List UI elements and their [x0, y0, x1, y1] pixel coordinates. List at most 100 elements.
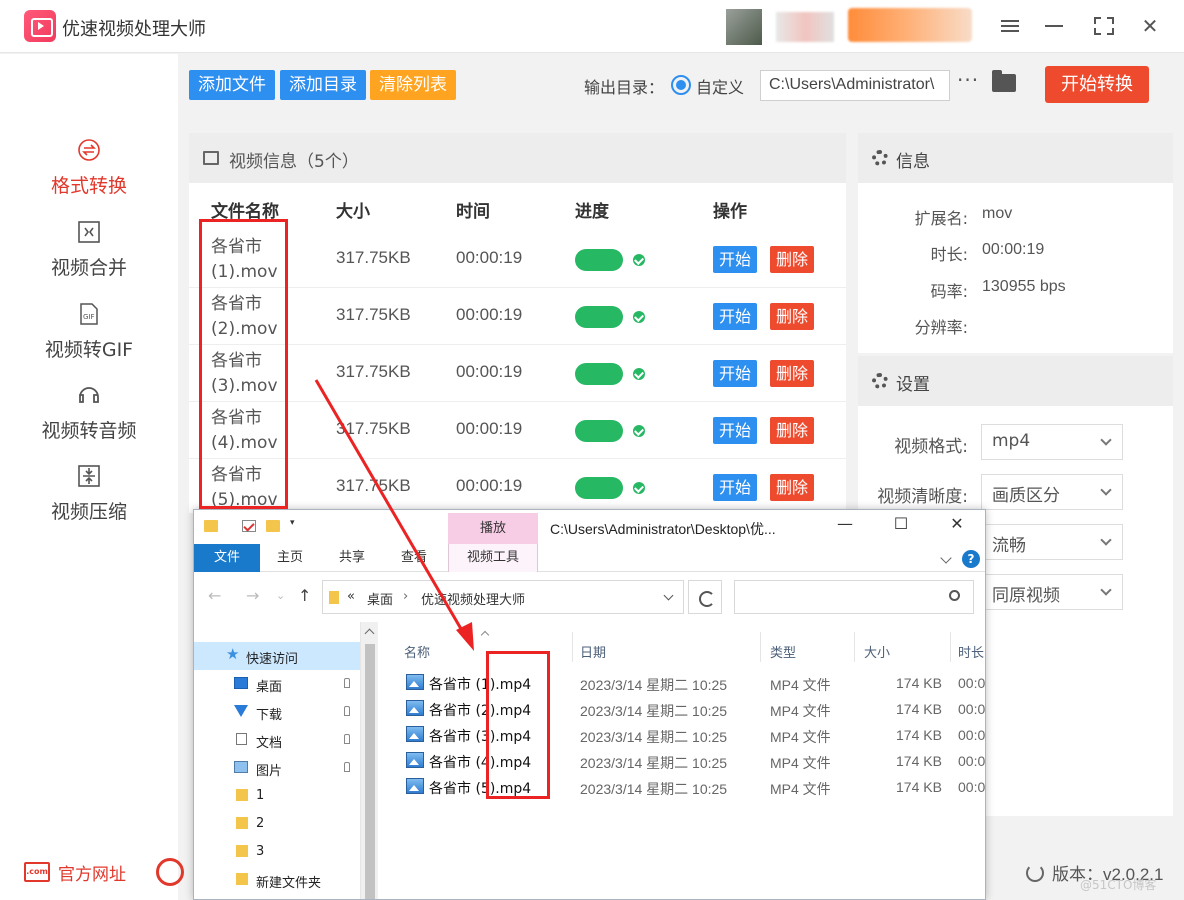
- list-item[interactable]: 各省市 (2).mp4 2023/3/14 星期二 10:25 MP4 文件 1…: [380, 696, 985, 722]
- pin-icon[interactable]: [344, 678, 350, 688]
- menu-icon[interactable]: [996, 12, 1024, 40]
- search-input[interactable]: [734, 580, 974, 614]
- vip-badge-blurred[interactable]: [848, 8, 972, 42]
- breadcrumb-desktop[interactable]: 桌面: [367, 589, 393, 608]
- nav-downloads[interactable]: 下载: [194, 698, 360, 726]
- list-item[interactable]: 各省市 (3).mp4 2023/3/14 星期二 10:25 MP4 文件 1…: [380, 722, 985, 748]
- pin-icon[interactable]: [344, 734, 350, 744]
- column-divider[interactable]: [572, 632, 573, 662]
- scrollbar-thumb[interactable]: [365, 644, 375, 899]
- row-delete-button[interactable]: 删除: [770, 417, 815, 444]
- maximize-icon[interactable]: ☐: [886, 514, 916, 540]
- back-icon[interactable]: ←: [208, 586, 221, 605]
- pin-icon[interactable]: [344, 762, 350, 772]
- info-bitrate-label: 码率:: [930, 282, 968, 301]
- sidebar-item-format-convert[interactable]: 格式转换: [0, 138, 178, 220]
- properties-icon[interactable]: [242, 520, 256, 532]
- column-divider[interactable]: [760, 632, 761, 662]
- nav-label: 1: [256, 788, 265, 803]
- row-delete-button[interactable]: 删除: [770, 246, 815, 273]
- column-divider[interactable]: [950, 632, 951, 662]
- pin-icon[interactable]: [344, 706, 350, 716]
- scroll-up-icon[interactable]: [364, 628, 375, 639]
- customize-dropdown-icon[interactable]: ▾: [290, 518, 304, 530]
- nav-desktop[interactable]: 桌面: [194, 670, 360, 698]
- nav-pictures[interactable]: 图片: [194, 754, 360, 782]
- output-path-input[interactable]: C:\Users\Administrator\: [760, 70, 950, 101]
- minimize-icon[interactable]: —: [830, 514, 860, 540]
- close-icon[interactable]: ✕: [1136, 12, 1164, 40]
- sidebar-item-merge[interactable]: 视频合并: [0, 220, 178, 302]
- sidebar-item-audio[interactable]: 视频转音频: [0, 383, 178, 465]
- minimize-icon[interactable]: [1040, 12, 1068, 40]
- open-folder-icon[interactable]: [992, 70, 1016, 92]
- forward-icon[interactable]: →: [246, 586, 259, 605]
- custom-output-radio[interactable]: [671, 75, 691, 95]
- row-start-button[interactable]: 开始: [713, 303, 758, 330]
- tab-share[interactable]: 共享: [332, 544, 372, 572]
- user-name-blurred[interactable]: [776, 12, 834, 42]
- row-start-button[interactable]: 开始: [713, 474, 758, 501]
- tab-view[interactable]: 查看: [394, 544, 434, 572]
- fullscreen-icon[interactable]: [1090, 12, 1118, 40]
- custom-output-label[interactable]: 自定义: [696, 74, 744, 98]
- up-icon[interactable]: ↑: [298, 586, 311, 605]
- row-start-button[interactable]: 开始: [713, 360, 758, 387]
- tab-video-tools[interactable]: 视频工具: [448, 544, 538, 572]
- col-header-duration[interactable]: 时长: [958, 642, 984, 661]
- start-convert-button[interactable]: 开始转换: [1045, 66, 1149, 103]
- add-file-button[interactable]: 添加文件: [189, 70, 275, 100]
- row-start-button[interactable]: 开始: [713, 417, 758, 444]
- list-item[interactable]: 各省市 (5).mp4 2023/3/14 星期二 10:25 MP4 文件 1…: [380, 774, 985, 800]
- list-item[interactable]: 各省市 (1).mp4 2023/3/14 星期二 10:25 MP4 文件 1…: [380, 670, 985, 696]
- col-header-size[interactable]: 大小: [864, 642, 890, 661]
- more-options-icon[interactable]: ···: [957, 68, 979, 92]
- compress-icon: [78, 465, 100, 487]
- new-folder-icon[interactable]: [266, 520, 280, 532]
- info-bitrate-value: 130955 bps: [982, 278, 1066, 295]
- video-format-select[interactable]: mp4: [981, 424, 1123, 460]
- nav-new-folder[interactable]: 新建文件夹: [194, 866, 360, 894]
- chevron-down-icon: [1100, 434, 1112, 446]
- nav-documents[interactable]: 文档: [194, 726, 360, 754]
- row-start-button[interactable]: 开始: [713, 246, 758, 273]
- nav-folder-1[interactable]: 1: [194, 782, 360, 810]
- chevron-down-icon[interactable]: [940, 552, 952, 564]
- row-delete-button[interactable]: 删除: [770, 303, 815, 330]
- add-directory-button[interactable]: 添加目录: [280, 70, 366, 100]
- navigation-scrollbar[interactable]: [360, 622, 378, 899]
- fluency-select[interactable]: 流畅: [981, 524, 1123, 560]
- clear-list-button[interactable]: 清除列表: [370, 70, 456, 100]
- address-bar[interactable]: « 桌面 › 优速视频处理大师: [322, 580, 684, 614]
- tab-file[interactable]: 文件: [194, 544, 260, 572]
- nav-folder-2[interactable]: 2: [194, 810, 360, 838]
- col-header-name[interactable]: 名称: [404, 642, 430, 661]
- col-header-type[interactable]: 类型: [770, 642, 796, 661]
- column-divider[interactable]: [854, 632, 855, 662]
- help-icon[interactable]: ?: [962, 550, 980, 568]
- sidebar-item-gif[interactable]: GIF 视频转GIF: [0, 302, 178, 384]
- explorer-title: C:\Users\Administrator\Desktop\优...: [550, 521, 776, 537]
- breadcrumb-prefix[interactable]: «: [347, 589, 355, 604]
- video-list-title: 视频信息（5个）: [229, 152, 359, 172]
- nav-label: 桌面: [256, 680, 283, 695]
- play-context-tab[interactable]: 播放: [448, 513, 538, 544]
- nav-folder-3[interactable]: 3: [194, 838, 360, 866]
- close-icon[interactable]: ✕: [942, 514, 972, 540]
- user-avatar[interactable]: [726, 9, 762, 45]
- refresh-button[interactable]: [688, 580, 722, 614]
- tab-home[interactable]: 主页: [270, 544, 310, 572]
- sidebar-item-compress[interactable]: 视频压缩: [0, 464, 178, 546]
- nav-quick-access[interactable]: ★ 快速访问: [194, 642, 360, 670]
- row-delete-button[interactable]: 删除: [770, 474, 815, 501]
- chevron-down-icon[interactable]: [663, 590, 674, 601]
- list-item[interactable]: 各省市 (4).mp4 2023/3/14 星期二 10:25 MP4 文件 1…: [380, 748, 985, 774]
- recent-dropdown-icon[interactable]: ⌄: [276, 589, 285, 602]
- video-quality-select[interactable]: 画质区分: [981, 474, 1123, 510]
- row-delete-button[interactable]: 删除: [770, 360, 815, 387]
- file-size: 317.75KB: [336, 419, 411, 438]
- breadcrumb-current[interactable]: 优速视频处理大师: [421, 589, 525, 608]
- support-icon[interactable]: [156, 858, 184, 886]
- resolution-select[interactable]: 同原视频: [981, 574, 1123, 610]
- col-header-date[interactable]: 日期: [580, 642, 606, 661]
